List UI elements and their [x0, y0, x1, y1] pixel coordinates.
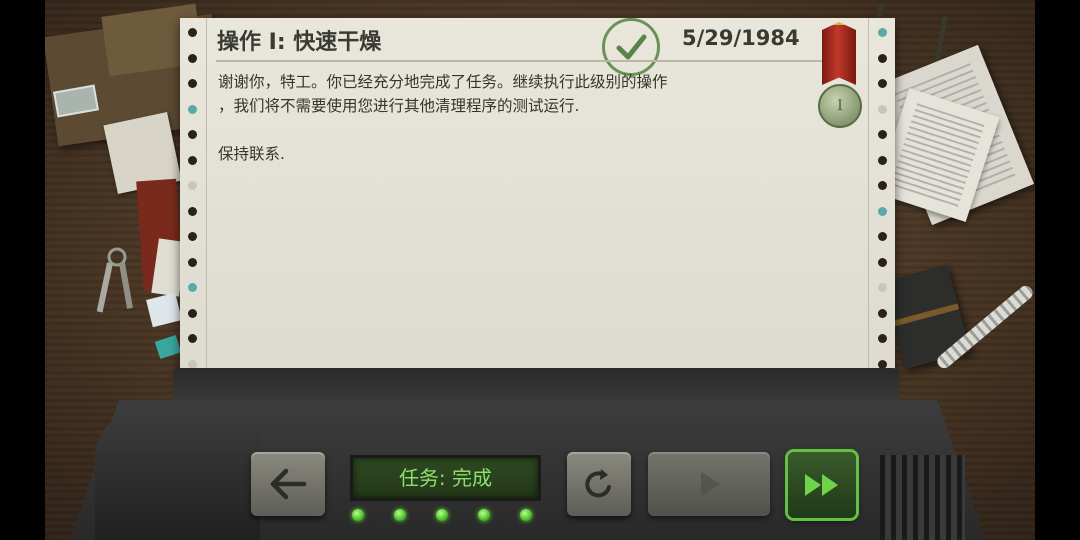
telephone-handset-decor: [95, 415, 260, 540]
medal-icon: I: [817, 22, 862, 132]
medal-ribbon: [822, 22, 856, 85]
perforation-hole: [188, 334, 197, 343]
progress-led: [394, 509, 406, 521]
perforation-hole: [188, 283, 197, 292]
progress-led: [436, 509, 448, 521]
progress-led: [352, 509, 364, 521]
game-scene: 操作 I: 快速干燥 5/29/1984 谢谢你，特工。你已经充分地完成了任务。…: [45, 0, 1035, 540]
restart-button[interactable]: [567, 452, 631, 516]
perforation-hole: [878, 53, 887, 63]
progress-led: [520, 509, 532, 521]
report-date: 5/29/1984: [682, 26, 800, 50]
perforation-hole: [188, 257, 197, 267]
progress-led: [478, 509, 490, 521]
checkmark-stamp-icon: [602, 18, 660, 76]
perforation-hole: [878, 232, 887, 241]
perforation-hole: [878, 79, 887, 88]
message-signoff: 保持联系.: [218, 145, 285, 163]
perforation-hole: [188, 308, 197, 318]
perforation-hole: [188, 28, 197, 37]
keys-icon: [96, 245, 147, 324]
arrow-left-icon: [270, 468, 307, 500]
perforation-hole: [188, 181, 197, 190]
perforation-hole: [188, 206, 197, 216]
mission-title: 操作 I: 快速干燥: [217, 30, 382, 55]
mission-report-paper: 操作 I: 快速干燥 5/29/1984 谢谢你，特工。你已经充分地完成了任务。…: [180, 18, 895, 378]
perforation-hole: [878, 28, 887, 37]
message-line: ，我们将不需要使用您进行其他清理程序的测试运行.: [218, 97, 580, 115]
perforated-margin-left: [180, 18, 207, 378]
mission-status-display: 任务: 完成: [350, 455, 541, 501]
refresh-icon: [585, 469, 611, 498]
header-divider: [216, 60, 835, 62]
perforation-hole: [188, 79, 197, 88]
perforation-hole: [878, 257, 887, 267]
report-message: 谢谢你，特工。你已经充分地完成了任务。继续执行此级别的操作 ，我们将不需要使用您…: [218, 70, 808, 166]
perforation-hole: [878, 206, 887, 216]
perforated-margin-right: [868, 18, 895, 378]
fast-forward-icon: [805, 474, 838, 496]
play-icon: [701, 472, 720, 496]
speaker-grille: [880, 455, 965, 540]
perforation-hole: [878, 104, 887, 114]
medal-coin: I: [818, 84, 862, 128]
perforation-hole: [188, 130, 197, 139]
perforation-hole: [188, 53, 197, 63]
perforation-hole: [878, 283, 887, 292]
back-button[interactable]: [251, 452, 325, 516]
perforation-hole: [878, 130, 887, 139]
perforation-hole: [878, 334, 887, 343]
perforation-hole: [188, 104, 197, 114]
fast-forward-button[interactable]: [788, 452, 856, 518]
perforation-hole: [878, 308, 887, 318]
message-line: 谢谢你，特工。你已经充分地完成了任务。继续执行此级别的操作: [218, 73, 668, 91]
perforation-hole: [878, 181, 887, 190]
perforation-hole: [188, 232, 197, 241]
perforation-hole: [878, 155, 887, 165]
play-button[interactable]: [648, 452, 770, 516]
perforation-hole: [188, 155, 197, 165]
